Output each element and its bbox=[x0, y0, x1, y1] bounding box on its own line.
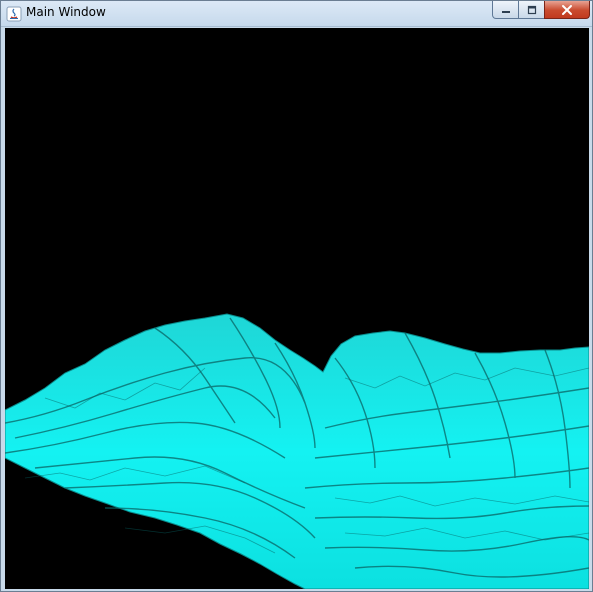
minimize-icon bbox=[501, 10, 510, 13]
maximize-button[interactable] bbox=[518, 1, 545, 19]
minimize-button[interactable] bbox=[492, 1, 519, 19]
main-window: Main Window bbox=[0, 0, 593, 592]
3d-viewport[interactable] bbox=[5, 28, 589, 589]
close-button[interactable] bbox=[544, 1, 590, 19]
window-controls bbox=[492, 1, 590, 20]
close-icon bbox=[562, 4, 572, 15]
java-app-icon[interactable] bbox=[6, 6, 22, 22]
title-bar[interactable]: Main Window bbox=[1, 1, 592, 27]
window-title: Main Window bbox=[26, 5, 106, 19]
terrain-render bbox=[5, 313, 589, 589]
maximize-icon bbox=[527, 5, 536, 14]
